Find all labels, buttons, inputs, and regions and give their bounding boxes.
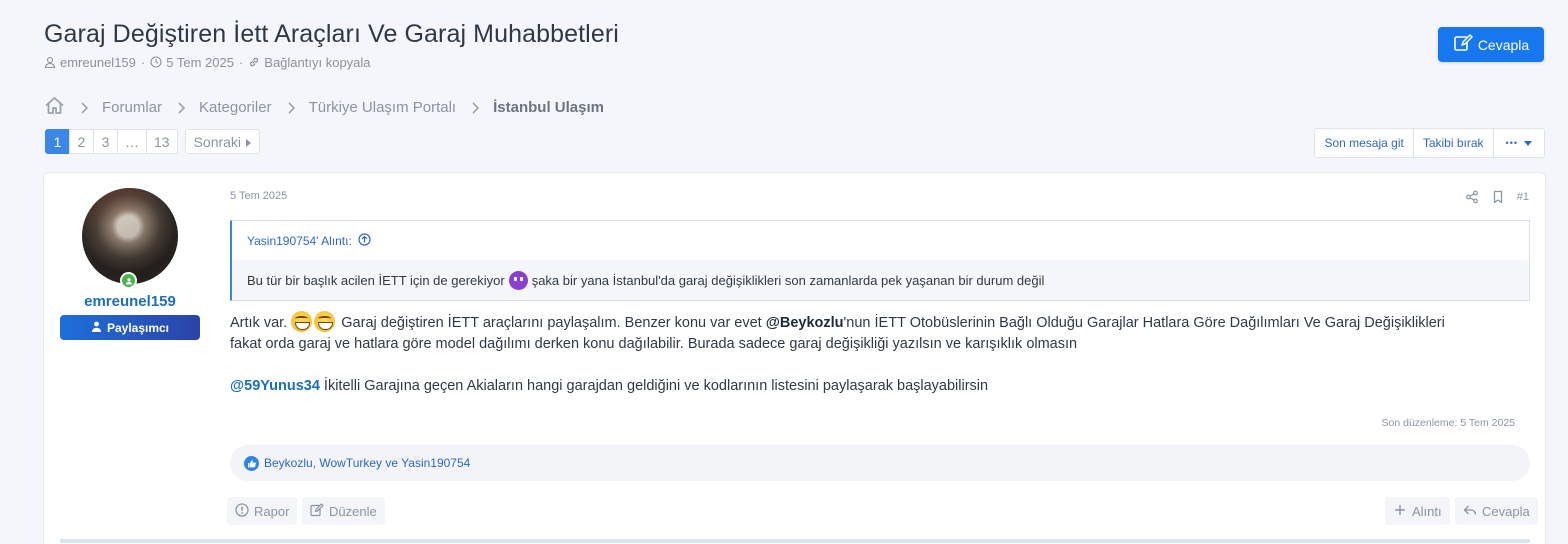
avatar[interactable] [82, 188, 178, 284]
body-line-1-start: Artık var. [230, 315, 288, 331]
link-icon [248, 55, 260, 70]
post-number[interactable]: #1 [1517, 191, 1529, 203]
mention-59yunus34[interactable]: @59Yunus34 [230, 378, 320, 394]
body-line-2: fakat orda garaj ve hatlara göre model d… [230, 336, 1078, 352]
last-post-button[interactable]: Son mesaja git [1315, 129, 1414, 157]
alert-circle-icon [235, 502, 249, 520]
thread-title: Garaj Değiştiren İett Araçları Ve Garaj … [44, 20, 619, 48]
thread-tools: Son mesaja git Takibi bırak ••• [1314, 128, 1545, 158]
breadcrumb-categories[interactable]: Kategoriler [199, 99, 272, 116]
chevron-right-icon [80, 101, 89, 114]
page-13[interactable]: 13 [146, 129, 178, 154]
devil-emoji-icon [508, 270, 528, 290]
reactions-bar[interactable]: Beykozlu, WowTurkey ve Yasin190754 [230, 445, 1530, 481]
pagination: 1 2 3 … 13 Sonraki [45, 129, 261, 154]
breadcrumb-portal[interactable]: Türkiye Ulaşım Portalı [309, 99, 457, 116]
reply-button-label: Cevapla [1477, 36, 1530, 53]
clock-icon [150, 55, 162, 70]
home-icon[interactable] [44, 96, 65, 119]
edit-icon [1453, 33, 1473, 56]
body-line-3: @59Yunus34 İkitelli Garajına geçen Akial… [230, 376, 1530, 397]
mention-beykozlu[interactable]: @Beykozlu [766, 315, 844, 331]
quote-header[interactable]: Yasin190754' Alıntı: [232, 221, 1529, 260]
chevron-right-icon [471, 101, 480, 114]
quote-text-1: Bu tür bir başlık acilen İETT için de ge… [247, 272, 505, 288]
role-label: Paylaşımcı [106, 320, 170, 335]
last-edited: Son düzenleme: 5 Tem 2025 [1381, 417, 1515, 429]
reactions-users[interactable]: Beykozlu, WowTurkey ve Yasin190754 [264, 456, 470, 470]
body-line-3-text: İkitelli Garajına geçen Akiaların hangi … [319, 378, 989, 394]
quote-button[interactable]: Alıntı [1385, 497, 1450, 525]
like-icon [244, 455, 259, 471]
breadcrumb: Forumlar Kategoriler Türkiye Ulaşım Port… [44, 96, 604, 119]
page-3[interactable]: 3 [93, 129, 118, 154]
chevron-right-icon [287, 101, 296, 114]
share-icon[interactable] [1465, 190, 1479, 204]
post-reply-button[interactable]: Cevapla [1455, 497, 1538, 525]
thread-meta: emreunel159 · 5 Tem 2025 · Bağlantıyı ko… [44, 55, 371, 70]
edit-label: Düzenle [329, 503, 377, 519]
reply-button[interactable]: Cevapla [1438, 27, 1544, 62]
post-date[interactable]: 5 Tem 2025 [230, 190, 287, 202]
page-ellipsis[interactable]: … [117, 129, 147, 154]
thread-date[interactable]: 5 Tem 2025 [166, 55, 234, 70]
page-2[interactable]: 2 [69, 129, 94, 154]
post-divider [60, 539, 1530, 543]
post-body: Artık var. Garaj değiştiren İETT araçlar… [230, 311, 1530, 397]
post: emreunel159 Paylaşımcı 5 Tem 2025 #1 Yas… [44, 173, 1545, 544]
meta-separator: · [140, 55, 146, 70]
report-label: Rapor [254, 503, 290, 519]
body-line-1-mid: Garaj değiştiren İETT araçlarını paylaşa… [341, 315, 766, 331]
report-button[interactable]: Rapor [227, 497, 298, 525]
copy-link[interactable]: Bağlantıyı kopyala [264, 55, 370, 70]
chevron-right-icon [177, 101, 186, 114]
more-options-label: ••• [1505, 138, 1518, 148]
next-page-button[interactable]: Sonraki [184, 129, 261, 154]
caret-down-icon [1524, 140, 1532, 146]
caret-right-icon [246, 134, 252, 150]
edit-icon [310, 502, 324, 520]
bookmark-icon[interactable] [1491, 190, 1505, 204]
breadcrumb-forums[interactable]: Forumlar [102, 99, 162, 116]
reply-arrow-icon [1463, 503, 1477, 520]
unwatch-button[interactable]: Takibi bırak [1414, 129, 1494, 157]
body-line-1: Artık var. Garaj değiştiren İETT araçlar… [230, 311, 1530, 334]
quote-body: Bu tür bir başlık acilen İETT için de ge… [232, 260, 1529, 300]
plus-icon [1393, 503, 1407, 520]
online-status-icon [120, 272, 137, 289]
user-icon [91, 321, 102, 335]
quote-label: Alıntı [1412, 503, 1442, 519]
quote-author: Yasin190754' Alıntı: [247, 233, 352, 248]
post-actions-top: #1 [1465, 190, 1529, 204]
post-reply-label: Cevapla [1482, 503, 1530, 519]
arrow-up-circle-icon [358, 232, 371, 249]
grin-emoji-icon [291, 311, 313, 332]
user-icon [44, 55, 56, 70]
grin-emoji-icon [314, 311, 336, 332]
quote-text-2: şaka bir yana İstanbul'da garaj değişikl… [531, 272, 1045, 288]
post-username[interactable]: emreunel159 [60, 293, 200, 310]
role-badge: Paylaşımcı [60, 315, 200, 340]
meta-separator: · [238, 55, 244, 70]
body-line-1-end: 'nun İETT Otobüslerinin Bağlı Olduğu Gar… [843, 315, 1445, 331]
next-page-label: Sonraki [193, 133, 242, 150]
page-1[interactable]: 1 [45, 129, 70, 154]
quote-block: Yasin190754' Alıntı: Bu tür bir başlık a… [230, 220, 1530, 301]
breadcrumb-current[interactable]: İstanbul Ulaşım [493, 99, 604, 116]
more-options-button[interactable]: ••• [1494, 129, 1544, 157]
edit-button[interactable]: Düzenle [302, 497, 385, 525]
thread-author[interactable]: emreunel159 [60, 55, 136, 70]
